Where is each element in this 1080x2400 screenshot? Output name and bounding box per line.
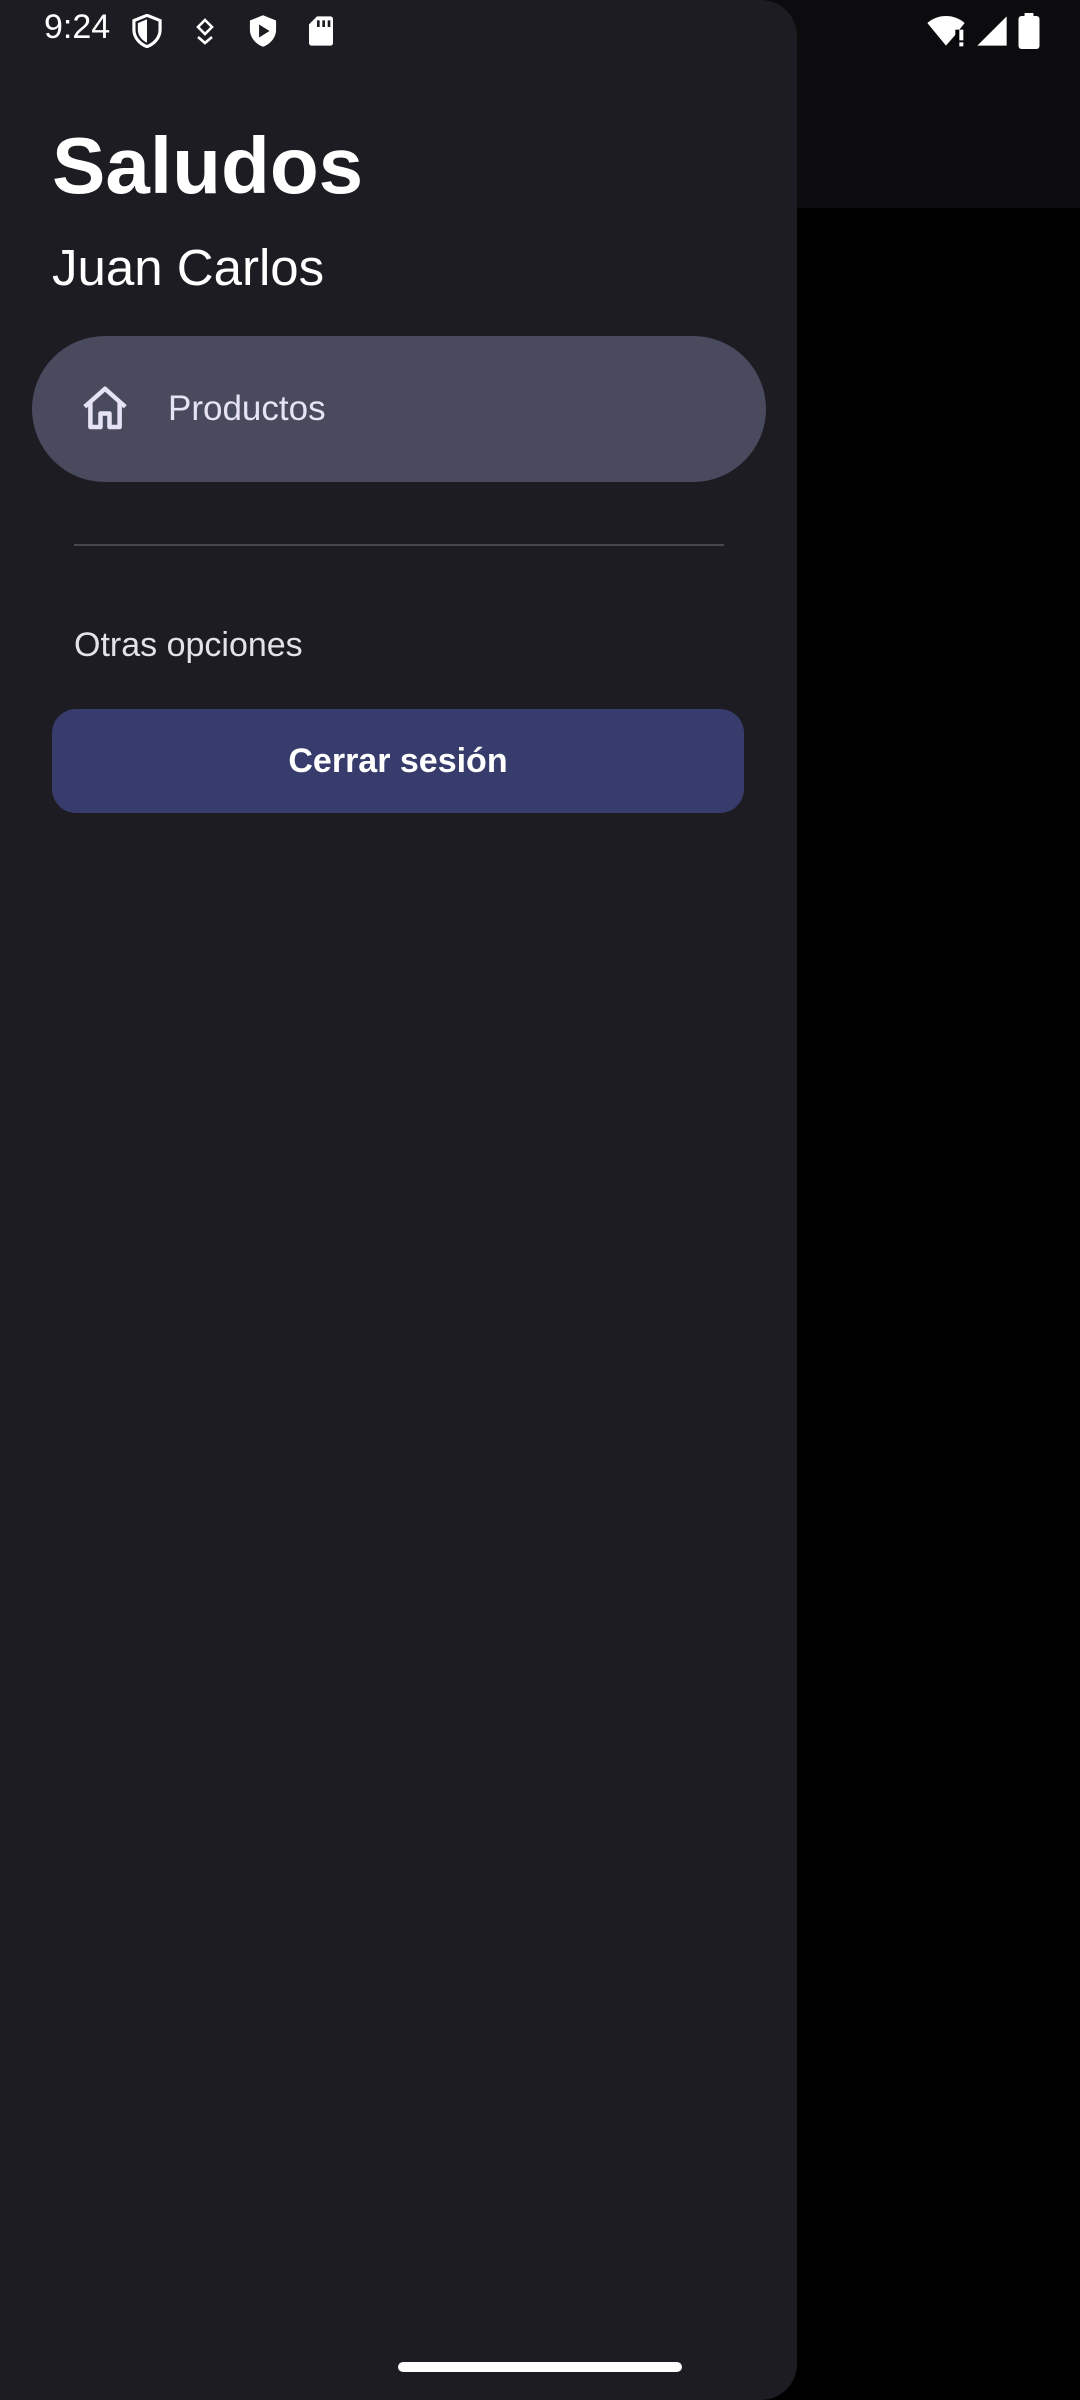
user-name: Juan Carlos [52,239,325,296]
nav-item-productos[interactable]: Productos [32,336,766,482]
status-notification-icons [128,12,340,50]
cellular-signal-icon [976,12,1008,50]
screen: Saludos Juan Carlos Productos Otras opci… [0,0,1080,2400]
section-label-otras-opciones: Otras opciones [74,626,303,664]
location-pin-icon [186,12,224,50]
home-icon [78,382,132,436]
gesture-navigation-bar[interactable] [398,2362,682,2372]
nav-item-label: Productos [168,389,326,428]
shield-outline-icon [128,12,166,50]
divider [74,544,724,546]
battery-full-icon [1018,12,1040,50]
status-time: 9:24 [44,8,111,46]
play-shield-icon [244,12,282,50]
wifi-alert-icon [926,12,966,50]
greeting-title: Saludos [52,121,364,210]
logout-button[interactable]: Cerrar sesión [52,709,744,813]
status-system-icons [926,12,1040,50]
status-bar: 9:24 [0,0,1080,62]
navigation-drawer: Saludos Juan Carlos Productos Otras opci… [0,0,797,2400]
sd-card-icon [302,12,340,50]
